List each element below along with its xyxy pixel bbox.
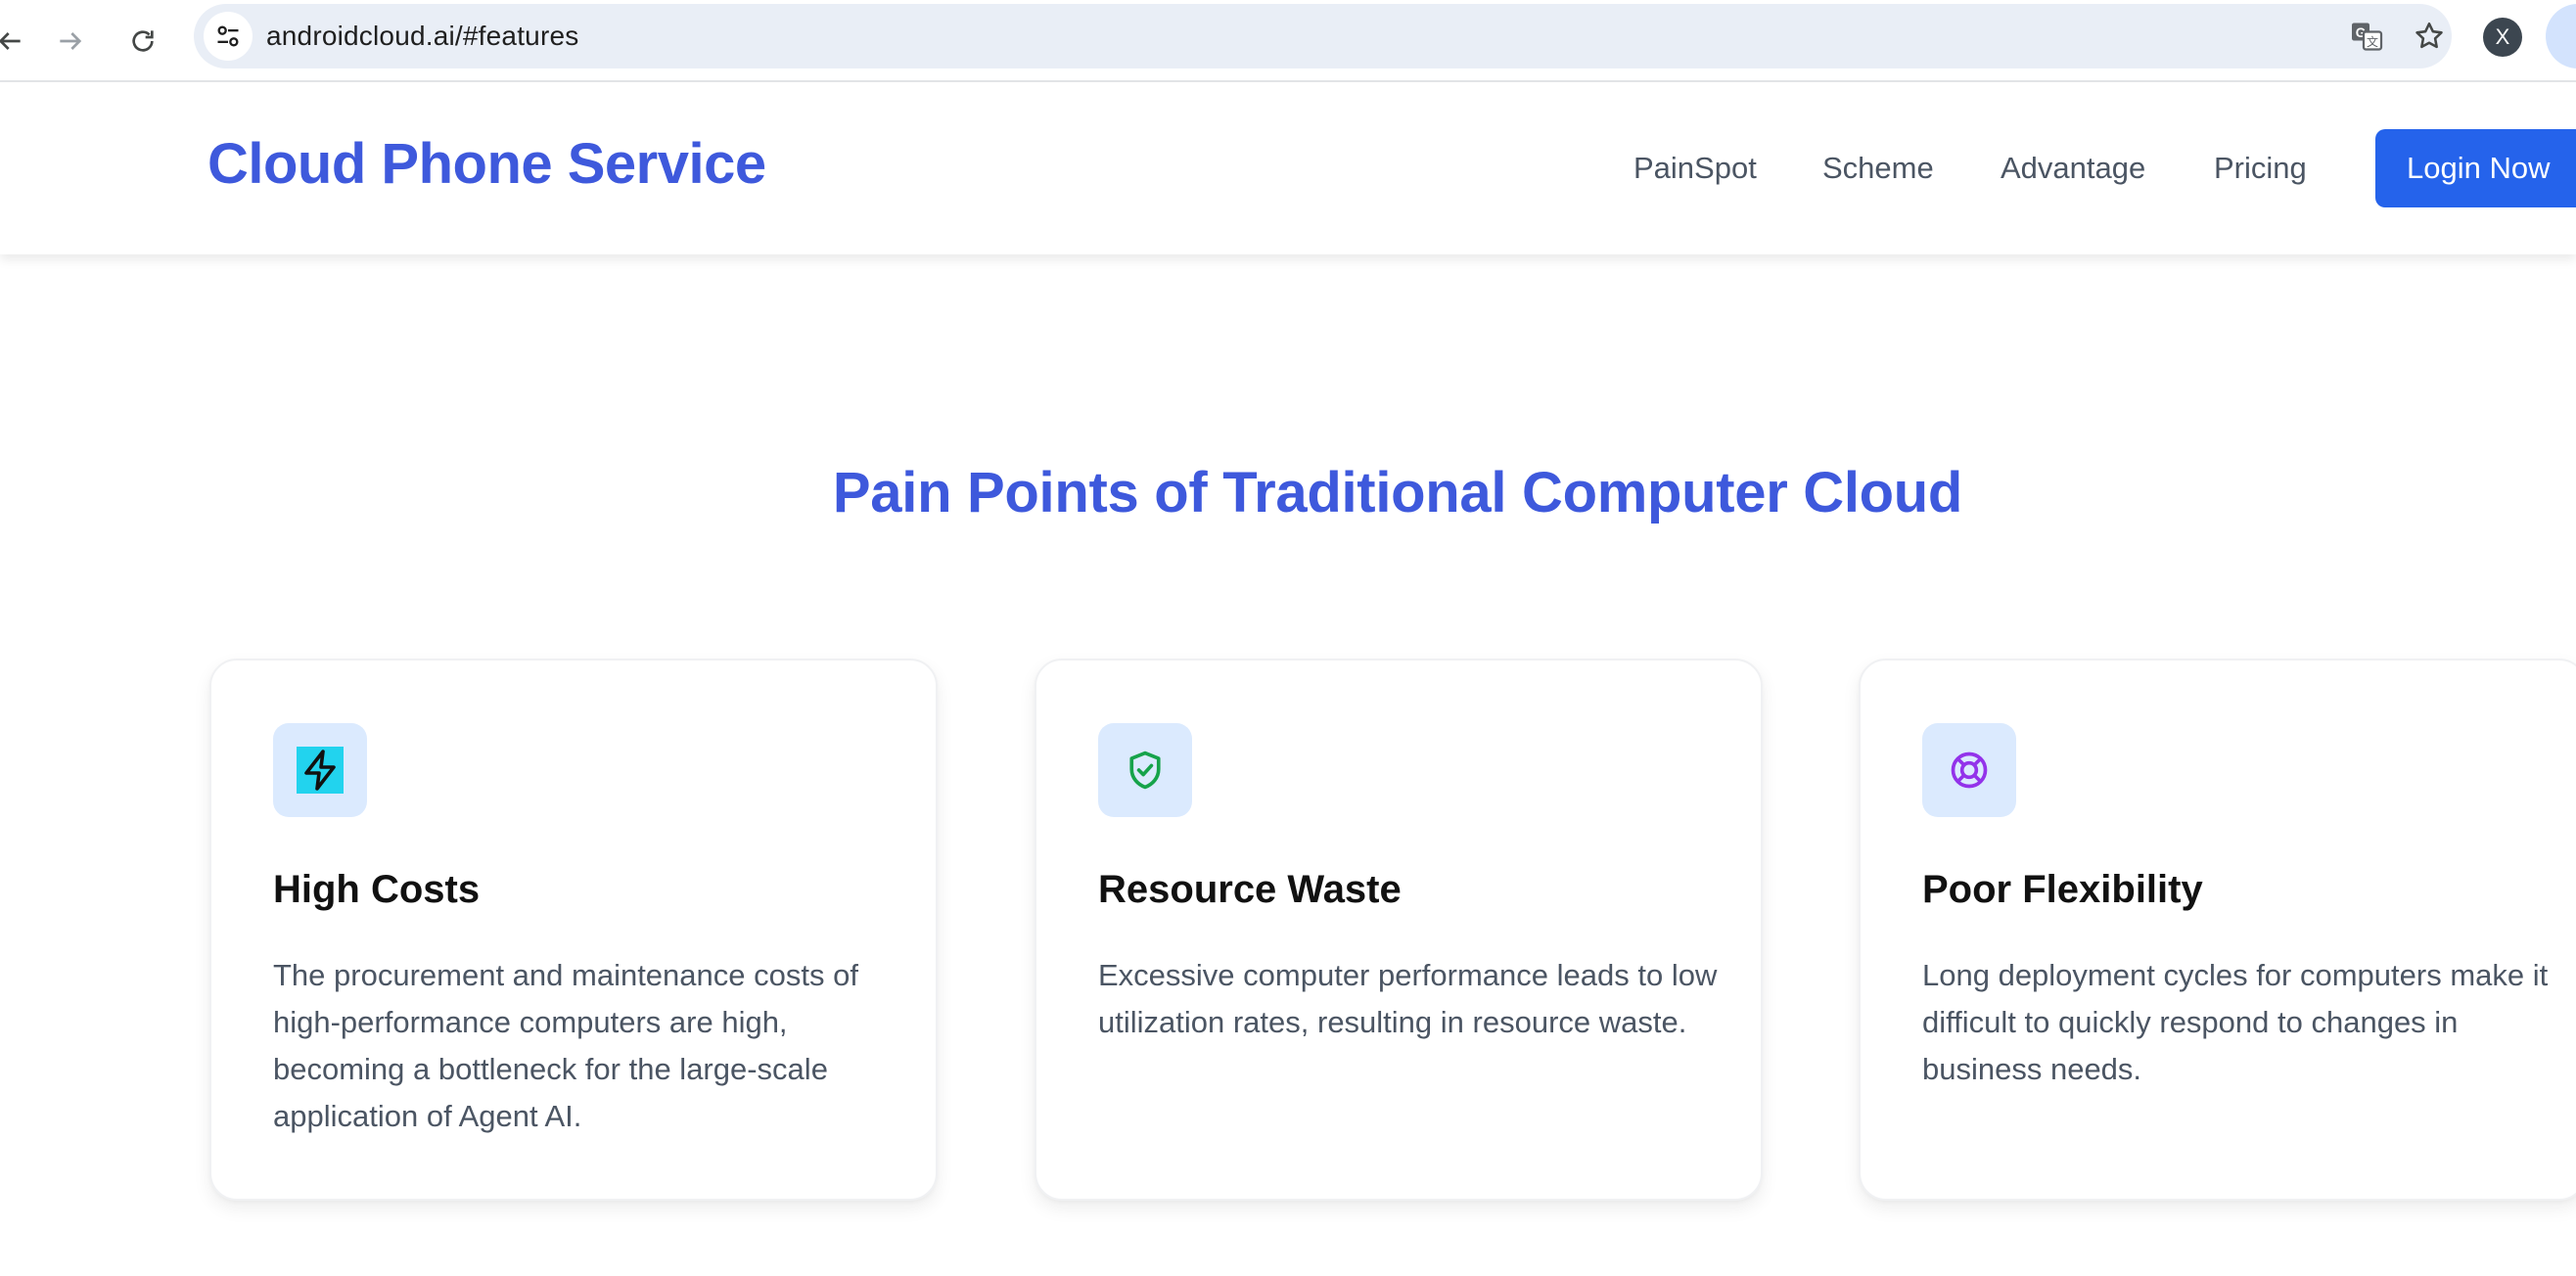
feature-card-high-costs: High Costs The procurement and maintenan…	[209, 659, 938, 1201]
url-text[interactable]: androidcloud.ai/#features	[266, 4, 578, 68]
main-nav: PainSpot Scheme Advantage Pricing	[0, 82, 2576, 254]
feature-card-poor-flexibility: Poor Flexibility Long deployment cycles …	[1859, 659, 2576, 1201]
back-arrow-icon	[0, 32, 21, 50]
lifebuoy-icon	[1951, 752, 1988, 789]
login-button[interactable]: Login Now	[2375, 129, 2576, 207]
card-icon-container	[273, 723, 367, 817]
back-button[interactable]	[0, 18, 33, 65]
reload-button[interactable]	[119, 18, 166, 65]
extension-button[interactable]	[2546, 4, 2576, 68]
address-bar[interactable]: androidcloud.ai/#features G 文	[194, 4, 2452, 68]
card-title: High Costs	[273, 868, 481, 911]
forward-arrow-icon	[60, 32, 82, 50]
card-description: The procurement and maintenance costs of…	[273, 958, 858, 1133]
nav-painspot[interactable]: PainSpot	[1633, 151, 1757, 186]
forward-button[interactable]	[47, 18, 94, 65]
section-title: Pain Points of Traditional Computer Clou…	[832, 461, 1963, 524]
nav-advantage[interactable]: Advantage	[2001, 151, 2145, 186]
site-header: Cloud Phone Service PainSpot Scheme Adva…	[0, 82, 2576, 254]
translate-button[interactable]: G 文	[2347, 17, 2386, 56]
shield-check-icon	[1129, 751, 1161, 790]
translate-icon: G 文	[2352, 23, 2383, 51]
card-title: Resource Waste	[1098, 868, 1402, 911]
card-icon-container	[1098, 723, 1192, 817]
feature-card-resource-waste: Resource Waste Excessive computer perfor…	[1035, 659, 1763, 1201]
card-description: Excessive computer performance leads to …	[1098, 958, 1718, 1039]
nav-pricing[interactable]: Pricing	[2214, 151, 2307, 186]
card-icon-container	[1922, 723, 2016, 817]
bookmark-button[interactable]	[2410, 17, 2449, 56]
card-description: Long deployment cycles for computers mak…	[1922, 958, 2549, 1086]
card-title: Poor Flexibility	[1922, 868, 2203, 911]
star-icon	[2415, 22, 2443, 49]
site-info-button[interactable]	[204, 12, 253, 61]
lightning-icon	[297, 747, 344, 794]
profile-avatar[interactable]: X	[2483, 18, 2522, 57]
svg-text:文: 文	[2367, 34, 2378, 49]
browser-toolbar: androidcloud.ai/#features G 文 X	[0, 0, 2576, 82]
nav-scheme[interactable]: Scheme	[1822, 151, 1934, 186]
reload-icon	[132, 30, 154, 52]
tune-icon	[217, 25, 239, 47]
